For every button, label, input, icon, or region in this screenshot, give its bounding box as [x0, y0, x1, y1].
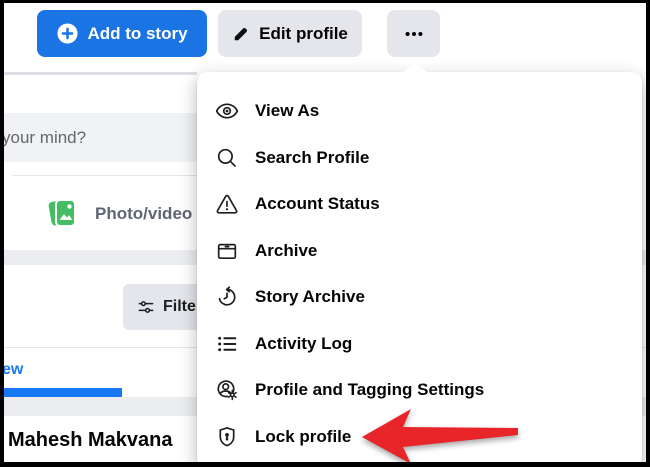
edit-profile-button[interactable]: Edit profile [218, 10, 362, 57]
profile-options-dropdown: View As Search Profile Account Status Archi… [197, 72, 642, 467]
ellipsis-icon [403, 23, 425, 45]
border [0, 0, 650, 3]
plus-circle-icon [56, 22, 79, 45]
search-icon [215, 146, 239, 170]
menu-item-label: Profile and Tagging Settings [255, 380, 484, 400]
active-tab-indicator [0, 388, 122, 397]
menu-item-label: Activity Log [255, 334, 352, 354]
warning-icon [215, 192, 239, 216]
status-composer-input[interactable]: your mind? [0, 113, 220, 162]
menu-item-label: Search Profile [255, 148, 369, 168]
menu-item-lock-profile[interactable]: Lock profile [215, 414, 642, 461]
menu-item-story-archive[interactable]: Story Archive [215, 274, 642, 321]
dropdown-notch [402, 62, 428, 73]
border [0, 0, 4, 467]
post-author-name[interactable]: Mahesh Makvana [8, 429, 173, 452]
sliders-icon [136, 297, 156, 317]
dropdown-menu-list: View As Search Profile Account Status Archi… [215, 88, 642, 460]
profile-gear-icon [215, 378, 239, 402]
active-view-tab[interactable]: ew [2, 361, 23, 379]
border [646, 0, 650, 467]
edit-profile-label: Edit profile [259, 24, 348, 44]
menu-item-label: Account Status [255, 194, 380, 214]
border [0, 462, 650, 467]
menu-item-archive[interactable]: Archive [215, 228, 642, 275]
add-to-story-button[interactable]: Add to story [37, 10, 207, 57]
menu-item-label: View As [255, 101, 319, 121]
menu-item-label: Archive [255, 241, 317, 261]
archive-icon [215, 239, 239, 263]
menu-item-search-profile[interactable]: Search Profile [215, 135, 642, 182]
shield-lock-icon [215, 425, 239, 449]
composer-divider [12, 175, 222, 176]
menu-item-label: Story Archive [255, 287, 365, 307]
section-divider [0, 72, 197, 75]
menu-item-label: Lock profile [255, 427, 351, 447]
add-to-story-label: Add to story [87, 24, 187, 44]
facebook-profile-screenshot: Add to story Edit profile your mind? Pho… [0, 0, 650, 467]
more-options-button[interactable] [387, 10, 440, 57]
activity-icon [215, 332, 239, 356]
menu-item-view-as[interactable]: View As [215, 88, 642, 135]
eye-icon [215, 99, 239, 123]
photo-video-icon [48, 195, 78, 231]
menu-item-profile-and-tagging-settings[interactable]: Profile and Tagging Settings [215, 367, 642, 414]
pencil-icon [232, 24, 251, 43]
menu-item-account-status[interactable]: Account Status [215, 181, 642, 228]
photo-video-button[interactable]: Photo/video [95, 204, 192, 224]
menu-item-activity-log[interactable]: Activity Log [215, 321, 642, 368]
composer-placeholder: your mind? [0, 128, 86, 148]
story-icon [215, 285, 239, 309]
